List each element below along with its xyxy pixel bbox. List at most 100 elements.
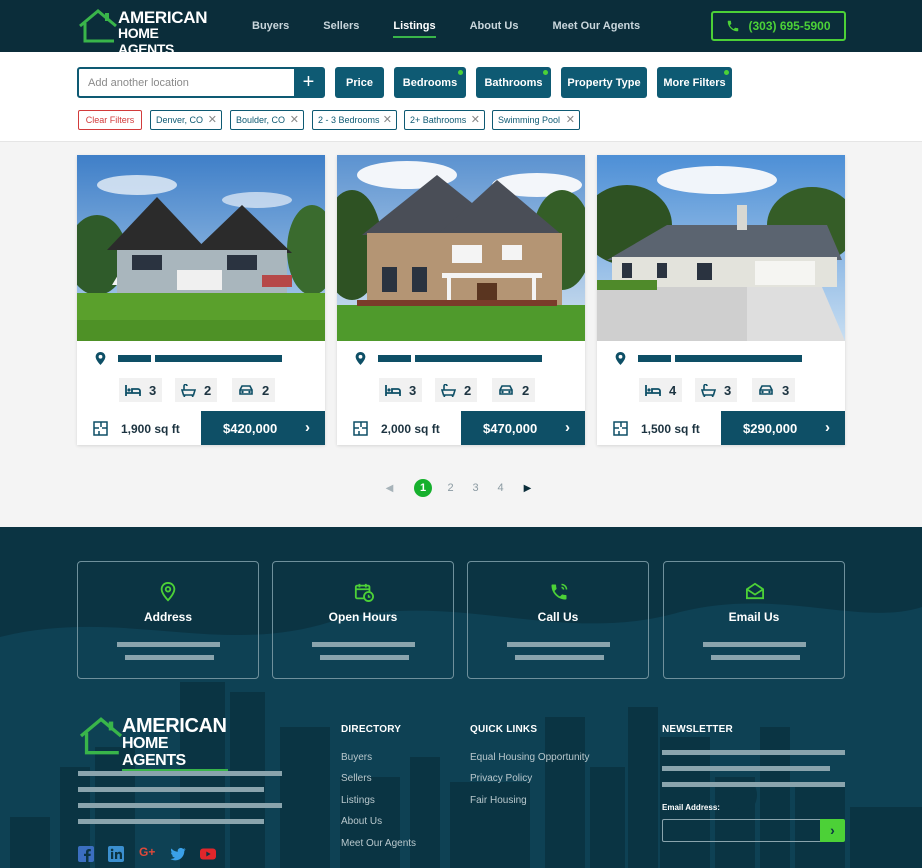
price-filter-button[interactable]: Price: [335, 67, 384, 98]
bed-icon: [645, 384, 661, 396]
contact-tile-open-hours[interactable]: Open Hours: [272, 561, 454, 679]
about-text-placeholder: [78, 803, 282, 808]
remove-chip-icon[interactable]: ✕: [383, 113, 392, 126]
more-filters-button[interactable]: More Filters: [657, 67, 732, 98]
garage-spec: 3: [752, 378, 796, 402]
price-filter-label: Price: [346, 76, 373, 89]
footer-link-meet-agents[interactable]: Meet Our Agents: [341, 838, 416, 849]
car-icon: [239, 385, 253, 395]
property-type-filter-button[interactable]: Property Type: [561, 67, 647, 98]
listing-card[interactable]: 3 2 2 2,000 sq ft $470,000 ›: [337, 155, 585, 445]
floorplan-icon: [613, 421, 628, 436]
address-placeholder: [415, 355, 542, 362]
listing-price-button[interactable]: $470,000 ›: [461, 411, 585, 445]
facebook-icon[interactable]: [78, 846, 94, 862]
footer-link-equal-housing[interactable]: Equal Housing Opportunity: [470, 752, 590, 763]
garage-count: 2: [522, 382, 530, 398]
contact-tile-email-us[interactable]: Email Us: [663, 561, 845, 679]
tile-text-placeholder: [515, 655, 604, 660]
remove-chip-icon[interactable]: ✕: [566, 113, 575, 126]
nav-sellers[interactable]: Sellers: [323, 0, 359, 52]
active-dot: [543, 70, 548, 75]
page-link[interactable]: 2: [446, 482, 455, 494]
newsletter-email-input[interactable]: [662, 819, 822, 842]
address-placeholder: [155, 355, 282, 362]
contact-tile-address[interactable]: Address: [77, 561, 259, 679]
tile-title: Call Us: [537, 610, 579, 624]
chevron-right-icon: ›: [830, 822, 835, 838]
add-location-button[interactable]: +: [294, 69, 323, 96]
remove-chip-icon[interactable]: ✕: [290, 113, 299, 126]
filter-chip: Swimming Pool ✕: [492, 110, 580, 130]
more-filters-label: More Filters: [663, 76, 726, 89]
directory-title: DIRECTORY: [341, 724, 402, 735]
chip-label: Swimming Pool: [498, 115, 561, 125]
bed-icon: [125, 384, 141, 396]
baths-spec: 2: [175, 378, 218, 402]
linkedin-icon[interactable]: [108, 846, 124, 862]
newsletter-text-placeholder: [662, 766, 830, 771]
location-pin-icon: [355, 352, 366, 365]
nav-meet-our-agents[interactable]: Meet Our Agents: [552, 0, 640, 52]
google-plus-icon[interactable]: G+: [139, 845, 155, 861]
newsletter-text-placeholder: [662, 782, 845, 787]
youtube-icon[interactable]: [200, 846, 216, 862]
newsletter-submit-button[interactable]: ›: [820, 819, 845, 842]
bathrooms-filter-button[interactable]: Bathrooms: [476, 67, 551, 98]
filter-chip: Boulder, CO ✕: [230, 110, 304, 130]
site-footer: Address Open Hours Call Us Email Us AMER…: [0, 527, 922, 868]
beds-spec: 4: [639, 378, 683, 402]
footer-link-fair-housing[interactable]: Fair Housing: [470, 795, 527, 806]
car-icon: [499, 385, 513, 395]
remove-chip-icon[interactable]: ✕: [208, 113, 217, 126]
tile-title: Address: [143, 610, 193, 624]
twitter-icon[interactable]: [170, 846, 186, 862]
floorplan-icon: [93, 421, 108, 436]
prev-page-icon[interactable]: ◀: [385, 483, 394, 494]
phone-icon: [728, 20, 739, 32]
bedrooms-filter-button[interactable]: Bedrooms: [394, 67, 466, 98]
footer-link-about-us[interactable]: About Us: [341, 816, 382, 827]
listing-card[interactable]: 4 3 3 1,500 sq ft $290,000 ›: [597, 155, 845, 445]
footer-brand-logo[interactable]: AMERICAN HOME AGENTS: [78, 716, 228, 771]
main-nav: Buyers Sellers Listings About Us Meet Ou…: [252, 0, 674, 52]
baths-count: 2: [204, 382, 212, 398]
listing-sqft: 1,500 sq ft: [641, 422, 700, 436]
listing-price-button[interactable]: $420,000 ›: [201, 411, 325, 445]
listing-sqft: 1,900 sq ft: [121, 422, 180, 436]
filter-chip: Denver, CO ✕: [150, 110, 222, 130]
baths-spec: 3: [695, 378, 738, 402]
footer-link-sellers[interactable]: Sellers: [341, 773, 372, 784]
brand-logo[interactable]: AMERICAN HOME AGENTS: [78, 8, 210, 59]
nav-about-us[interactable]: About Us: [470, 0, 519, 52]
tile-text-placeholder: [125, 655, 214, 660]
page-link[interactable]: 4: [496, 482, 505, 494]
listing-price: $290,000: [743, 420, 798, 436]
tile-text-placeholder: [703, 642, 806, 647]
about-text-placeholder: [78, 819, 264, 824]
listing-price-button[interactable]: $290,000 ›: [721, 411, 845, 445]
address-placeholder: [118, 355, 151, 362]
nav-listings[interactable]: Listings: [393, 0, 436, 52]
remove-chip-icon[interactable]: ✕: [471, 113, 480, 126]
footer-link-listings[interactable]: Listings: [341, 795, 375, 806]
clear-filters-button[interactable]: Clear Filters: [78, 110, 142, 130]
page-current[interactable]: 1: [414, 479, 432, 497]
tile-text-placeholder: [117, 642, 220, 647]
listing-photo[interactable]: [337, 155, 585, 341]
page-link[interactable]: 3: [471, 482, 480, 494]
location-input[interactable]: [79, 69, 295, 96]
listing-photo[interactable]: [77, 155, 325, 341]
listing-photo[interactable]: [597, 155, 845, 341]
footer-link-buyers[interactable]: Buyers: [341, 752, 372, 763]
listing-card[interactable]: 3 2 2 1,900 sq ft $420,000 ›: [77, 155, 325, 445]
next-page-icon[interactable]: ▶: [523, 483, 532, 494]
tile-title: Open Hours: [328, 610, 398, 624]
garage-count: 3: [782, 382, 790, 398]
contact-tile-call-us[interactable]: Call Us: [467, 561, 649, 679]
location-pin-icon: [615, 352, 626, 365]
nav-buyers[interactable]: Buyers: [252, 0, 289, 52]
footer-link-privacy[interactable]: Privacy Policy: [470, 773, 532, 784]
phone-button[interactable]: (303) 695-5900: [711, 11, 846, 41]
car-icon: [759, 385, 773, 395]
